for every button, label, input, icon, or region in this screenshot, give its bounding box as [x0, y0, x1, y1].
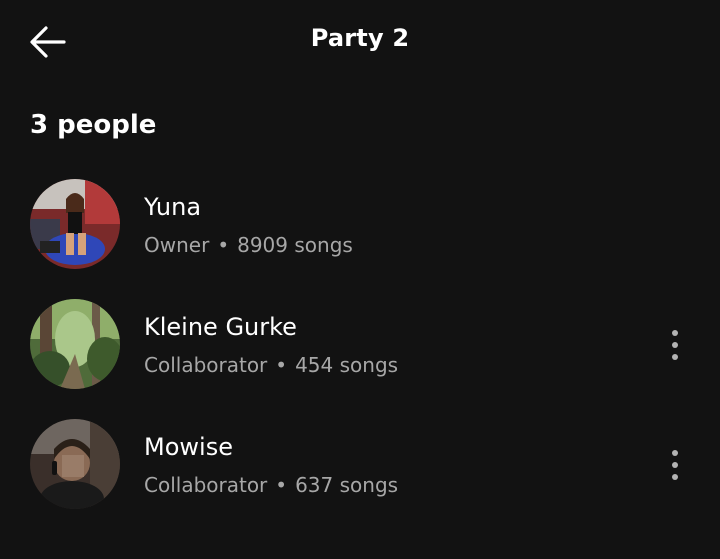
more-vertical-icon-dot	[672, 354, 678, 360]
person-song-count: 637 songs	[295, 473, 399, 497]
person-name: Mowise	[144, 433, 233, 461]
top-bar: Party 2	[0, 0, 720, 82]
more-options-button[interactable]	[660, 323, 690, 367]
avatar	[30, 299, 120, 389]
avatar	[30, 179, 120, 269]
separator: •	[217, 233, 230, 257]
more-vertical-icon-dot	[672, 330, 678, 336]
avatar	[30, 419, 120, 509]
person-role: Collaborator	[144, 353, 268, 377]
separator: •	[275, 353, 288, 377]
more-vertical-icon-dot	[672, 342, 678, 348]
person-role: Owner	[144, 233, 210, 257]
page-title: Party 2	[310, 24, 410, 52]
person-name: Yuna	[144, 193, 202, 221]
person-meta: Owner • 8909 songs	[144, 233, 353, 257]
person-meta: Collaborator • 454 songs	[144, 353, 398, 377]
person-song-count: 8909 songs	[237, 233, 353, 257]
person-name: Kleine Gurke	[144, 313, 297, 341]
more-vertical-icon-dot	[672, 474, 678, 480]
person-row-yuna[interactable]: Yuna Owner • 8909 songs	[0, 171, 720, 291]
person-meta: Collaborator • 637 songs	[144, 473, 398, 497]
person-song-count: 454 songs	[295, 353, 399, 377]
person-row-mowise[interactable]: Mowise Collaborator • 637 songs	[0, 411, 720, 531]
more-options-button[interactable]	[660, 443, 690, 487]
more-vertical-icon-dot	[672, 450, 678, 456]
person-role: Collaborator	[144, 473, 268, 497]
person-row-kleine-gurke[interactable]: Kleine Gurke Collaborator • 454 songs	[0, 291, 720, 411]
people-count-heading: 3 people	[30, 110, 157, 140]
people-list: Yuna Owner • 8909 songs Kleine Gurke Colla…	[0, 171, 720, 531]
separator: •	[275, 473, 288, 497]
more-vertical-icon-dot	[672, 462, 678, 468]
